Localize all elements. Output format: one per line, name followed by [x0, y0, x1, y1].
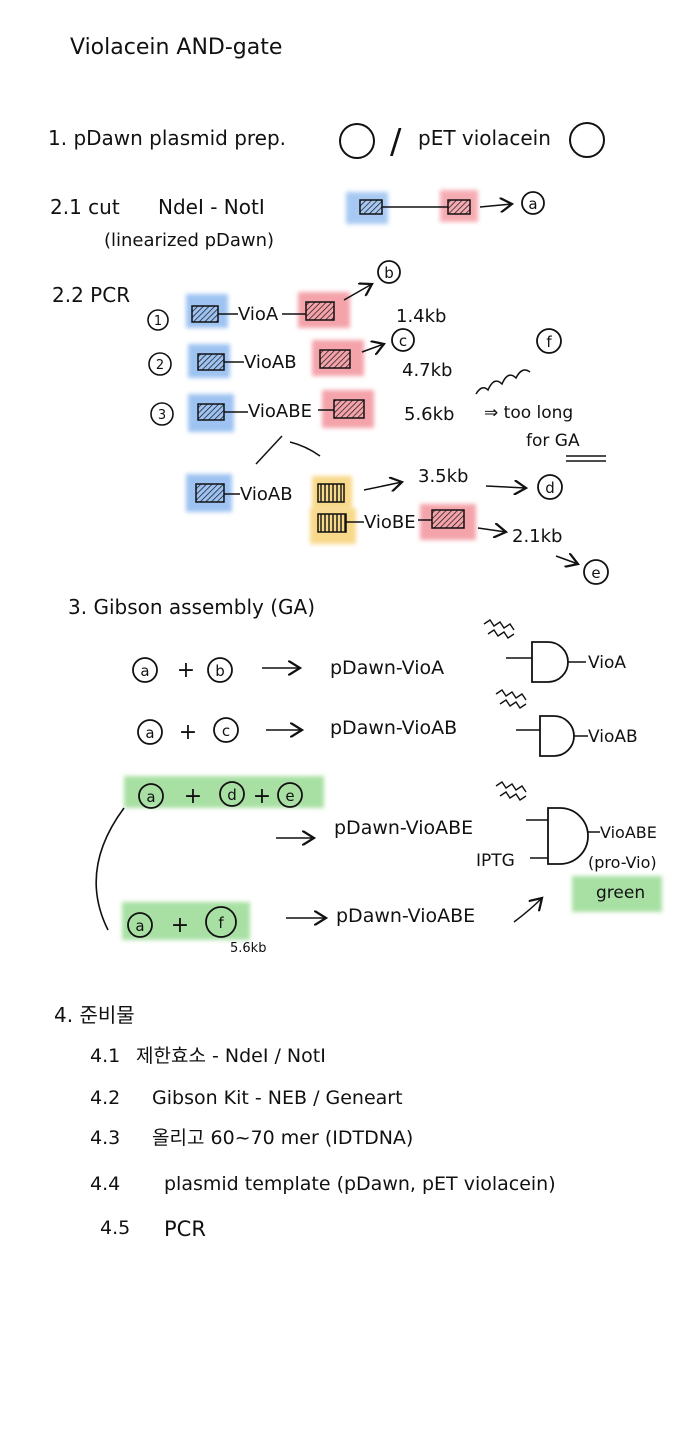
input-letter: a [135, 917, 144, 935]
list-item-number: 4.1 [90, 1045, 120, 1067]
homology-block [333, 399, 365, 419]
arrow [479, 204, 512, 207]
arrow [555, 556, 578, 564]
overlap-block [317, 483, 345, 503]
product-label: pDawn-VioAB [330, 717, 457, 739]
product-label: pDawn-VioA [330, 657, 444, 679]
size-note: 5.6kb [230, 941, 266, 956]
checkbox-circle [339, 123, 375, 159]
step1-separator: / [390, 122, 402, 162]
list-item-number: 4.4 [90, 1173, 120, 1195]
plus-sign: + [179, 720, 197, 745]
gate-output-label: VioABE [600, 823, 657, 842]
overlap-block [317, 513, 347, 533]
gate-output-label: VioAB [588, 727, 638, 747]
list-item-text: PCR [164, 1217, 206, 1241]
step3-label: 3. Gibson assembly (GA) [68, 595, 315, 619]
step2-1-label: 2.1 cut [50, 195, 120, 219]
for-ga-note: for GA [526, 431, 580, 451]
size-label: 3.5kb [418, 466, 468, 487]
input-letter: a [146, 788, 155, 806]
list-item-number: 4.2 [90, 1087, 120, 1109]
homology-block [305, 301, 335, 321]
page-title: Violacein AND-gate [70, 35, 282, 60]
product-letter: b [384, 264, 394, 282]
row-number: 3 [158, 408, 166, 423]
step2-1-sub: (linearized pDawn) [104, 230, 274, 251]
light-waves-icon [495, 781, 527, 801]
arrow [485, 486, 526, 488]
plus-sign: + [184, 784, 202, 809]
homology-block [447, 199, 471, 215]
too-long-note: ⇒ too long [484, 403, 573, 423]
step1-label: 1. pDawn plasmid prep. [48, 126, 286, 150]
gene-label: VioA [238, 304, 279, 325]
color-note: green [596, 883, 645, 903]
product-letter: a [528, 195, 537, 213]
product-letter: e [591, 564, 600, 582]
product-letter: c [399, 332, 407, 350]
product-label: pDawn-VioABE [334, 817, 473, 839]
light-waves-icon [483, 619, 515, 639]
plus-sign: + [171, 913, 189, 938]
homology-block [359, 199, 383, 215]
and-gate-icon [547, 807, 589, 865]
gene-label: VioAB [240, 484, 293, 505]
list-item-text: 올리고 60~70 mer (IDTDNA) [152, 1127, 413, 1149]
gene-label: VioABE [248, 401, 312, 422]
arrow [477, 528, 506, 532]
and-gate-icon [531, 641, 569, 683]
list-item-text: plasmid template (pDawn, pET violacein) [164, 1173, 556, 1195]
plus-sign: + [177, 658, 195, 683]
list-item-number: 4.5 [100, 1217, 130, 1239]
squiggle-arrow [475, 369, 531, 395]
size-label: 2.1kb [512, 526, 562, 547]
homology-block [197, 353, 225, 371]
gene-label: VioAB [244, 352, 297, 373]
homology-block [319, 349, 351, 369]
input-letter: c [222, 722, 230, 740]
gene-label: VioBE [364, 512, 416, 533]
input-letter: a [145, 724, 154, 742]
plus-sign: + [253, 784, 271, 809]
step4-label: 4. 준비물 [54, 1003, 135, 1027]
product-letter: f [546, 333, 552, 351]
arrow [361, 344, 384, 352]
list-item-text: Gibson Kit - NEB / Geneart [152, 1087, 403, 1109]
step2-2-label: 2.2 PCR [52, 283, 130, 307]
product-letter: d [545, 479, 555, 497]
list-item-text: 제한효소 - NdeI / NotI [136, 1045, 326, 1067]
handwritten-note: Violacein AND-gate 1. pDawn plasmid prep… [48, 35, 662, 1241]
arrow [363, 482, 402, 490]
input-letter: d [227, 786, 237, 804]
split-caret [255, 435, 321, 465]
size-label: 4.7kb [402, 360, 452, 381]
input-letter: b [215, 662, 225, 680]
row-number: 1 [154, 314, 162, 329]
gate-input-label: IPTG [476, 851, 515, 871]
row-number: 2 [156, 358, 164, 373]
size-label: 1.4kb [396, 306, 446, 327]
arrow [513, 898, 542, 923]
gate-note: (pro-Vio) [588, 853, 657, 872]
and-gate-icon [539, 715, 575, 757]
input-letter: a [140, 662, 149, 680]
size-label: 5.6kb [404, 404, 454, 425]
bracket-curve [95, 807, 125, 931]
gate-output-label: VioA [588, 653, 626, 673]
checkbox-circle [569, 122, 605, 158]
step2-1-enzymes: NdeI - NotI [158, 195, 265, 219]
input-letter: e [285, 787, 294, 805]
step1-label2: pET violacein [418, 126, 551, 150]
homology-block [431, 509, 465, 529]
product-label: pDawn-VioABE [336, 905, 475, 927]
homology-block [191, 305, 219, 323]
homology-block [195, 483, 225, 503]
input-letter: f [218, 914, 224, 932]
homology-block [197, 403, 225, 421]
list-item-number: 4.3 [90, 1127, 120, 1149]
light-waves-icon [495, 689, 527, 709]
